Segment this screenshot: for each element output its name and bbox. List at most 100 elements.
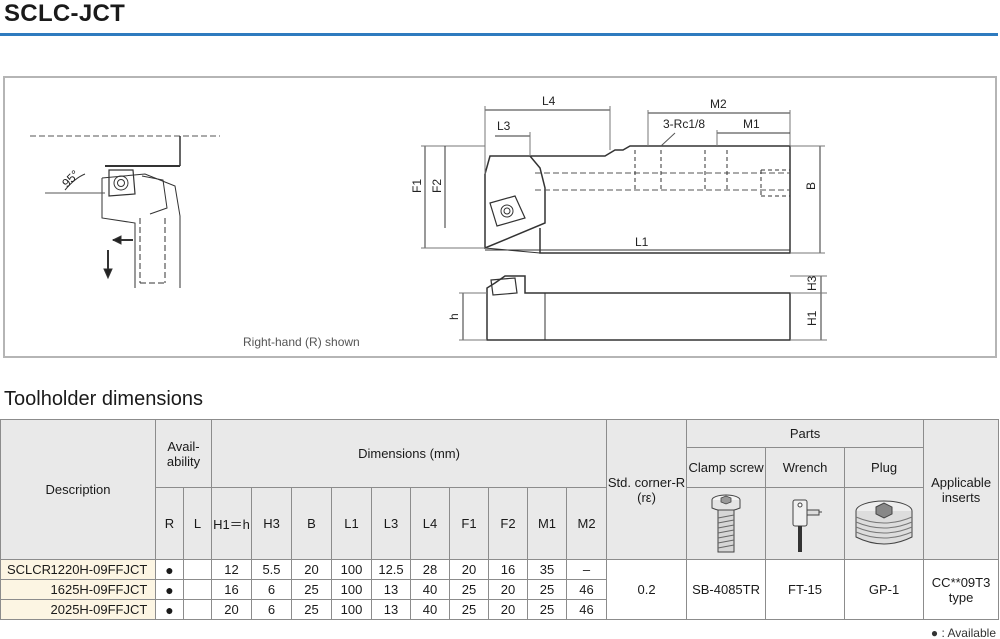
avail-L — [183, 579, 212, 600]
cell-L1: 100 — [331, 559, 372, 580]
cell-F2: 20 — [488, 599, 528, 620]
header-wrench: Wrench — [765, 447, 846, 488]
insert-top — [489, 195, 526, 227]
header-clamp-screw: Clamp screw — [686, 447, 767, 488]
wrench-value: FT-15 — [765, 559, 846, 620]
wrench-icon — [792, 499, 823, 552]
header-L: L — [183, 487, 212, 560]
title-rule — [0, 33, 998, 36]
cell-H1h: 16 — [211, 579, 252, 600]
header-applicable-inserts: Applicable inserts — [923, 419, 1000, 560]
avail-R: ● — [155, 559, 184, 580]
cell-M1: 25 — [527, 579, 567, 600]
cell-L1: 100 — [331, 579, 372, 600]
header-availability-line1: Avail- — [167, 438, 200, 454]
header-parts: Parts — [686, 419, 925, 448]
model-cell: 1625H-09FFJCT — [46, 579, 156, 600]
clamp-screw-illustration — [686, 487, 767, 560]
header-description: Description — [0, 419, 156, 560]
header-M2: M2 — [565, 487, 608, 560]
header-L1: L1 — [331, 487, 372, 560]
avail-R: ● — [155, 579, 184, 600]
model-cell: 2025H-09FFJCT — [46, 599, 156, 620]
drawing-caption: Right-hand (R) shown — [243, 335, 360, 349]
header-B: B — [291, 487, 332, 560]
cell-M2: 46 — [565, 599, 608, 620]
cell-H3: 5.5 — [251, 559, 292, 580]
page-title: SCLC-JCT — [4, 0, 126, 27]
cell-F1: 20 — [449, 559, 489, 580]
cell-H1h: 12 — [211, 559, 252, 580]
cell-M2: 46 — [565, 579, 608, 600]
cell-F1: 25 — [449, 599, 489, 620]
header-applicable-line1: Applicable — [931, 474, 992, 490]
label-M2: M2 — [710, 97, 727, 111]
header-std-corner-line1: Std. corner-R — [607, 474, 686, 490]
header-F2: F2 — [488, 487, 528, 560]
cell-M1: 25 — [527, 599, 567, 620]
header-plug: Plug — [844, 447, 925, 488]
clamp-screw-icon — [711, 494, 741, 552]
header-H3: H3 — [251, 487, 292, 560]
cell-L4: 40 — [410, 579, 450, 600]
series-spacer — [0, 579, 47, 600]
cell-F2: 20 — [488, 579, 528, 600]
header-H1h: H1＝h — [211, 487, 252, 560]
cell-B: 25 — [291, 599, 332, 620]
availability-legend: ● : Available — [930, 626, 996, 639]
clamp-screw-value: SB-4085TR — [686, 559, 767, 620]
model-cell: 1220H-09FFJCT — [46, 559, 156, 580]
header-availability-line2: ability — [166, 453, 201, 469]
header-R: R — [155, 487, 184, 560]
side-view — [486, 275, 791, 341]
header-L4: L4 — [410, 487, 450, 560]
label-h: h — [447, 313, 461, 320]
label-L1: L1 — [635, 235, 649, 249]
plug-value: GP-1 — [844, 559, 925, 620]
table-row: SCLCR 1220H-09FFJCT ● 12 5.5 20 100 12.5… — [0, 559, 1000, 620]
header-std-corner-line2: (rε) — [637, 489, 656, 505]
header-M1: M1 — [527, 487, 567, 560]
header-F1: F1 — [449, 487, 489, 560]
label-B: B — [804, 182, 818, 190]
drawing-svg: 95° L4 L3 M2 3-Rc1/8 M1 F1 F2 B L1 H3 H1… — [30, 94, 827, 341]
cell-M2: – — [565, 559, 608, 580]
cell-L4: 40 — [410, 599, 450, 620]
header-dimensions: Dimensions (mm) — [210, 419, 608, 488]
wrench-illustration — [765, 487, 846, 560]
label-F1: F1 — [410, 179, 424, 193]
section-title: Toolholder dimensions — [4, 388, 204, 410]
cell-H3: 6 — [251, 579, 292, 600]
inserts-line1: CC**09T3 — [931, 574, 991, 590]
label-L4: L4 — [542, 94, 556, 108]
series-label: SCLCR — [0, 559, 51, 580]
cell-L3: 12.5 — [371, 559, 411, 580]
label-angle: 95° — [59, 167, 82, 190]
avail-R: ● — [155, 599, 184, 620]
cell-B: 20 — [291, 559, 332, 580]
label-F2: F2 — [430, 179, 444, 193]
avail-L — [183, 599, 212, 620]
label-rc: 3-Rc1/8 — [663, 117, 705, 131]
label-H3: H3 — [805, 275, 819, 291]
header-std-corner: Std. corner-R (rε) — [606, 419, 688, 560]
cell-B: 25 — [291, 579, 332, 600]
cell-L4: 28 — [410, 559, 450, 580]
cell-L3: 13 — [371, 599, 411, 620]
cell-L1: 100 — [331, 599, 372, 620]
cell-L3: 13 — [371, 579, 411, 600]
dimensions-table: Description Avail- ability Dimensions (m… — [0, 419, 1000, 620]
insert-left — [108, 169, 136, 197]
technical-drawing: 95° L4 L3 M2 3-Rc1/8 M1 F1 F2 B L1 H3 H1… — [3, 76, 997, 358]
plug-icon — [855, 500, 913, 544]
header-availability: Avail- ability — [155, 419, 212, 488]
std-corner-value: 0.2 — [606, 559, 688, 620]
label-M1: M1 — [743, 117, 760, 131]
label-L3: L3 — [497, 119, 511, 133]
plug-illustration — [844, 487, 925, 560]
cell-F2: 16 — [488, 559, 528, 580]
cell-M1: 35 — [527, 559, 567, 580]
cell-F1: 25 — [449, 579, 489, 600]
tool-outline — [101, 173, 181, 288]
avail-L — [183, 559, 212, 580]
